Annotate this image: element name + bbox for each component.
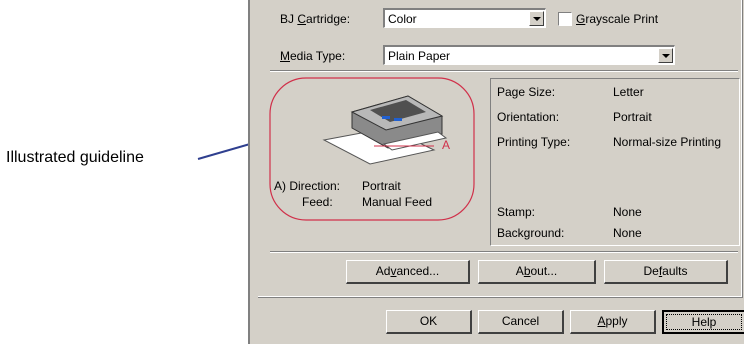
settings-summary: Page Size: Letter Orientation: Portrait …: [490, 78, 740, 246]
apply-button[interactable]: Apply: [570, 310, 656, 334]
separator-bottom: [270, 251, 738, 253]
defaults-button[interactable]: Defaults: [604, 260, 728, 284]
printer-icon: [322, 95, 448, 165]
stamp-label: Stamp:: [497, 205, 536, 219]
advanced-button[interactable]: Advanced...: [346, 260, 470, 284]
page-size-label: Page Size:: [497, 85, 556, 99]
about-button[interactable]: About...: [478, 260, 596, 284]
stamp-value: None: [613, 205, 642, 219]
background-value: None: [613, 226, 642, 240]
printing-type-label: Printing Type:: [497, 135, 571, 149]
feed-value: Manual Feed: [362, 195, 433, 209]
main-tab-panel: BJ Cartridge: Color Grayscale Print Medi…: [258, 0, 743, 298]
background-label: Background:: [497, 226, 565, 240]
direction-value: Portrait: [362, 179, 401, 193]
ok-button[interactable]: OK: [386, 310, 472, 334]
cancel-button[interactable]: Cancel: [478, 310, 564, 334]
print-dialog: BJ Cartridge: Color Grayscale Print Medi…: [248, 0, 744, 344]
page-size-value: Letter: [613, 85, 644, 99]
feed-label: Feed:: [302, 195, 333, 209]
direction-label: A) Direction:: [274, 179, 341, 193]
orientation-label: Orientation:: [497, 110, 560, 124]
orientation-value: Portrait: [613, 110, 652, 124]
printing-type-value: Normal-size Printing: [613, 135, 722, 149]
help-button[interactable]: Help: [662, 310, 744, 334]
direction-marker: A: [442, 138, 451, 152]
